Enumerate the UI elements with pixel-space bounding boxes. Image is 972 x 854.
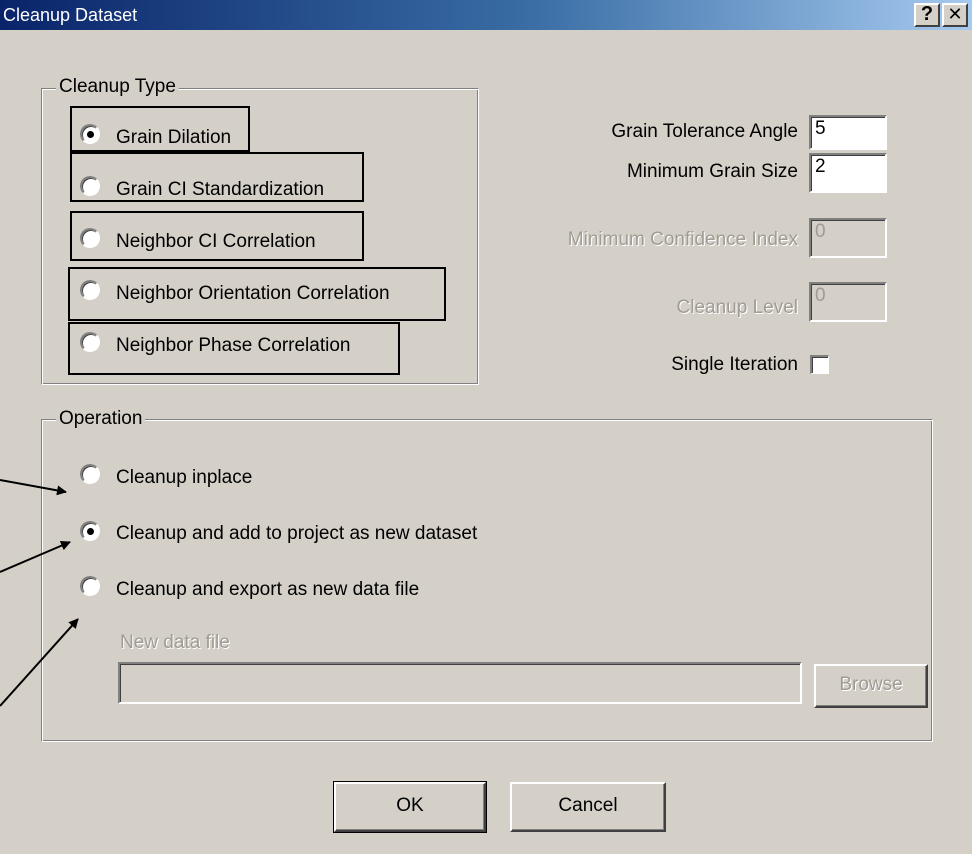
radio-label-cleanup-inplace: Cleanup inplace [116, 467, 253, 488]
browse-button[interactable]: Browse [814, 664, 928, 708]
cancel-button[interactable]: Cancel [510, 782, 666, 832]
new-data-file-input[interactable] [118, 662, 802, 704]
help-icon: ? [920, 3, 934, 25]
ok-button[interactable]: OK [333, 781, 487, 833]
radio-neighbor-ci-correlation[interactable] [80, 228, 100, 248]
grain-tolerance-angle-input[interactable]: 5 [809, 115, 887, 150]
cleanup-level-input[interactable]: 0 [809, 282, 887, 322]
radio-label-cleanup-add-to-project: Cleanup and add to project as new datase… [116, 523, 478, 544]
title-bar: Cleanup Dataset ? ✕ [0, 0, 972, 30]
close-icon: ✕ [947, 4, 963, 24]
minimum-grain-size-label: Minimum Grain Size [626, 161, 798, 182]
single-iteration-checkbox[interactable] [810, 355, 829, 374]
close-button[interactable]: ✕ [942, 3, 968, 27]
radio-neighbor-orientation-correlation[interactable] [80, 280, 100, 300]
radio-label-neighbor-ci-correlation: Neighbor CI Correlation [116, 231, 316, 252]
operation-legend: Operation [56, 408, 146, 430]
radio-label-cleanup-export: Cleanup and export as new data file [116, 579, 420, 600]
radio-cleanup-add-to-project[interactable] [80, 521, 100, 541]
window-title: Cleanup Dataset [3, 5, 138, 25]
radio-grain-dilation[interactable] [80, 124, 100, 144]
radio-neighbor-phase-correlation[interactable] [80, 332, 100, 352]
minimum-grain-size-input[interactable]: 2 [809, 153, 887, 193]
radio-grain-ci-standardization[interactable] [80, 176, 100, 196]
radio-label-neighbor-orientation-correlation: Neighbor Orientation Correlation [116, 283, 390, 304]
single-iteration-label: Single Iteration [671, 354, 798, 375]
cleanup-dataset-dialog: Cleanup Dataset ? ✕ Cleanup Type Grain D… [0, 0, 972, 854]
radio-label-grain-dilation: Grain Dilation [116, 127, 232, 148]
minimum-confidence-index-input[interactable]: 0 [809, 218, 887, 258]
minimum-confidence-index-label: Minimum Confidence Index [567, 229, 798, 250]
help-button[interactable]: ? [914, 3, 940, 27]
grain-tolerance-angle-label: Grain Tolerance Angle [611, 121, 798, 142]
cleanup-type-legend: Cleanup Type [56, 76, 179, 98]
radio-cleanup-export[interactable] [80, 576, 100, 596]
radio-cleanup-inplace[interactable] [80, 464, 100, 484]
new-data-file-label: New data file [120, 632, 230, 653]
cleanup-level-label: Cleanup Level [676, 297, 798, 318]
radio-label-neighbor-phase-correlation: Neighbor Phase Correlation [116, 335, 351, 356]
radio-label-grain-ci-standardization: Grain CI Standardization [116, 179, 325, 200]
